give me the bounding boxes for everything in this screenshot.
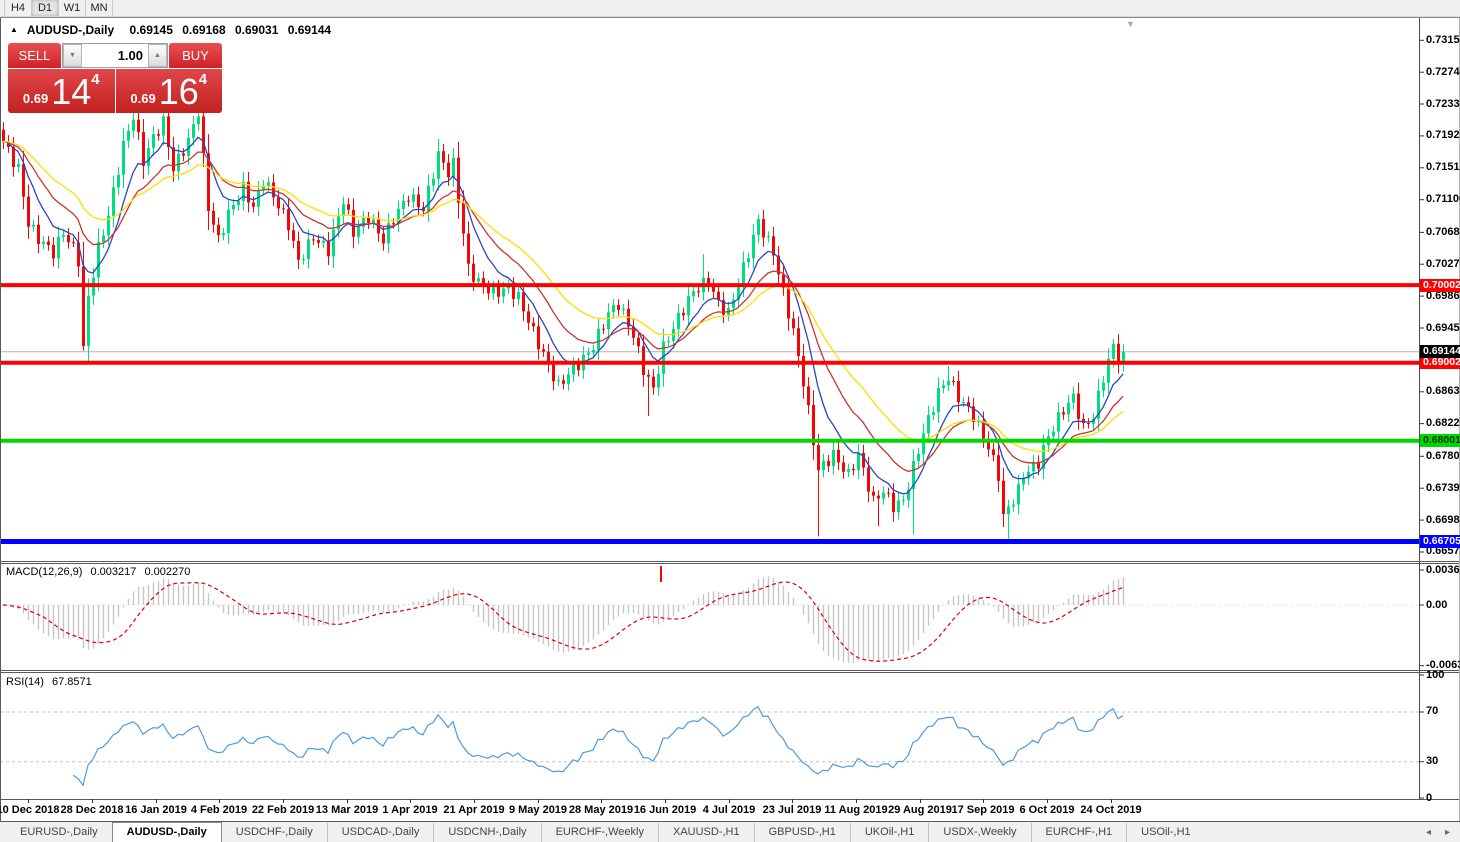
chart-tab-eurusd-daily[interactable]: EURUSD-,Daily bbox=[6, 823, 112, 842]
date-axis-label: 4 Jul 2019 bbox=[703, 804, 756, 816]
price-axis-tick: 0.72740 bbox=[1426, 66, 1460, 78]
chart-ohlc-title: ▲ AUDUSD-,Daily 0.69145 0.69168 0.69031 … bbox=[10, 23, 337, 37]
timeframe-button-w1[interactable]: W1 bbox=[58, 0, 85, 16]
chart-tab-usdcad-daily[interactable]: USDCAD-,Daily bbox=[327, 823, 434, 842]
chart-tab-usdx-weekly[interactable]: USDX-,Weekly bbox=[928, 823, 1030, 842]
rsi-axis-tick: 0 bbox=[1426, 792, 1432, 804]
sell-price-pips: 14 bbox=[51, 75, 91, 109]
macd-main-value: 0.003217 bbox=[90, 566, 136, 578]
price-axis-tick: 0.68630 bbox=[1426, 385, 1460, 397]
rsi-axis-tick: 30 bbox=[1426, 755, 1438, 767]
date-axis-label: 24 Oct 2019 bbox=[1080, 804, 1141, 816]
date-axis-label: 21 Apr 2019 bbox=[443, 804, 504, 816]
price-axis-tick: 0.71920 bbox=[1426, 129, 1460, 141]
price-axis-tick: 0.70680 bbox=[1426, 226, 1460, 238]
rsi-indicator-label: RSI(14) 67.8571 bbox=[6, 676, 92, 688]
chart-tab-gbpusd-h1[interactable]: GBPUSD-,H1 bbox=[754, 823, 850, 842]
date-axis-label: 10 Dec 2018 bbox=[0, 804, 60, 816]
sell-price-prefix: 0.69 bbox=[23, 91, 48, 106]
level-price-tag: 0.68001 bbox=[1420, 434, 1460, 447]
date-axis-label: 1 Apr 2019 bbox=[382, 804, 437, 816]
price-axis-tick: 0.66980 bbox=[1426, 514, 1460, 526]
macd-signal-value: 0.002270 bbox=[144, 566, 190, 578]
rsi-axis-tick: 100 bbox=[1426, 669, 1444, 681]
tabs-scroll-right-icon[interactable]: ▸ bbox=[1445, 827, 1450, 838]
chart-tab-usoil-h1[interactable]: USOil-,H1 bbox=[1126, 823, 1205, 842]
price-axis-tick: 0.68220 bbox=[1426, 417, 1460, 429]
sell-price-point: 4 bbox=[91, 71, 99, 88]
low-value: 0.69031 bbox=[235, 23, 278, 37]
chart-shift-marker-icon[interactable]: ▼ bbox=[1126, 19, 1135, 29]
date-axis-label: 4 Feb 2019 bbox=[191, 804, 247, 816]
date-axis-label: 17 Sep 2019 bbox=[952, 804, 1015, 816]
buy-price-prefix: 0.69 bbox=[130, 91, 155, 106]
macd-indicator-label: MACD(12,26,9) 0.003217 0.002270 bbox=[6, 566, 190, 578]
chart-tab-eurchf-h1[interactable]: EURCHF-,H1 bbox=[1031, 823, 1127, 842]
price-axis-tick: 0.72330 bbox=[1426, 98, 1460, 110]
date-axis-label: 23 Jul 2019 bbox=[763, 804, 822, 816]
close-value: 0.69144 bbox=[288, 23, 331, 37]
buy-price-pips: 16 bbox=[159, 75, 199, 109]
chart-tab-eurchf-weekly[interactable]: EURCHF-,Weekly bbox=[541, 823, 658, 842]
rsi-axis-tick: 70 bbox=[1426, 705, 1438, 717]
date-axis-label: 29 Aug 2019 bbox=[888, 804, 952, 816]
macd-name: MACD(12,26,9) bbox=[6, 566, 82, 578]
chart-tab-bar: EURUSD-,DailyAUDUSD-,DailyUSDCHF-,DailyU… bbox=[0, 822, 1460, 842]
terminal-workspace: H4D1W1MN ▲ AUDUSD-,Daily 0.69145 0.69168… bbox=[0, 0, 1460, 842]
chart-tab-ukoil-h1[interactable]: UKOil-,H1 bbox=[850, 823, 929, 842]
chart-tab-audusd-daily[interactable]: AUDUSD-,Daily bbox=[112, 822, 222, 842]
date-axis-label: 11 Aug 2019 bbox=[824, 804, 887, 816]
open-value: 0.69145 bbox=[130, 23, 173, 37]
sell-button[interactable]: SELL bbox=[8, 43, 61, 68]
date-axis-label: 16 Jan 2019 bbox=[125, 804, 187, 816]
volume-input[interactable] bbox=[82, 44, 148, 67]
current-price-tag: 0.69144 bbox=[1420, 345, 1460, 358]
chevron-down-icon: ▼ bbox=[69, 52, 76, 59]
timeframe-button-d1[interactable]: D1 bbox=[31, 0, 58, 16]
price-axis-tick: 0.69450 bbox=[1426, 322, 1460, 334]
rsi-name: RSI(14) bbox=[6, 676, 44, 688]
price-axis-tick: 0.67800 bbox=[1426, 450, 1460, 462]
chart-tab-usdcnh-daily[interactable]: USDCNH-,Daily bbox=[433, 823, 540, 842]
buy-quote-button[interactable]: 0.69 16 4 bbox=[116, 69, 223, 113]
timeframe-toolbar: H4D1W1MN bbox=[0, 0, 1460, 17]
tab-scroll-arrows: ◂ ▸ bbox=[1426, 823, 1450, 842]
price-axis-tick: 0.67390 bbox=[1426, 482, 1460, 494]
price-axis-tick: 0.71100 bbox=[1426, 193, 1460, 205]
sell-quote-button[interactable]: 0.69 14 4 bbox=[8, 69, 115, 113]
tabs-scroll-left-icon[interactable]: ◂ bbox=[1426, 827, 1431, 838]
chart-tab-usdchf-daily[interactable]: USDCHF-,Daily bbox=[222, 823, 327, 842]
symbol-period-label: AUDUSD-,Daily bbox=[27, 23, 114, 37]
level-price-tag: 0.70002 bbox=[1420, 279, 1460, 292]
buy-button[interactable]: BUY bbox=[169, 43, 222, 68]
volume-decrease-button[interactable]: ▼ bbox=[63, 44, 82, 67]
volume-spinner: ▼ ▲ bbox=[62, 43, 168, 68]
volume-increase-button[interactable]: ▲ bbox=[148, 44, 167, 67]
date-axis-label: 28 Dec 2018 bbox=[61, 804, 124, 816]
high-value: 0.69168 bbox=[182, 23, 225, 37]
date-axis-label: 28 May 2019 bbox=[569, 804, 633, 816]
chart-tabs: EURUSD-,DailyAUDUSD-,DailyUSDCHF-,DailyU… bbox=[6, 822, 1205, 842]
price-axis-tick: 0.70270 bbox=[1426, 258, 1460, 270]
macd-axis-tick: 0.003674 bbox=[1426, 564, 1460, 576]
timeframe-button-h4[interactable]: H4 bbox=[4, 0, 31, 16]
date-axis-label: 22 Feb 2019 bbox=[252, 804, 314, 816]
date-axis-label: 6 Oct 2019 bbox=[1019, 804, 1074, 816]
date-axis-label: 16 Jun 2019 bbox=[634, 804, 696, 816]
date-axis-label: 9 May 2019 bbox=[509, 804, 567, 816]
timeframe-button-mn[interactable]: MN bbox=[85, 0, 113, 16]
price-axis-tick: 0.71510 bbox=[1426, 161, 1460, 173]
one-click-trading-panel: SELL ▼ ▲ BUY 0.69 14 4 0.69 16 4 bbox=[8, 43, 222, 113]
level-price-tag: 0.66705 bbox=[1420, 535, 1460, 548]
macd-axis-tick: 0.00 bbox=[1426, 599, 1447, 611]
price-axis-tick: 0.73150 bbox=[1426, 34, 1460, 46]
chart-canvas[interactable] bbox=[0, 0, 1460, 842]
date-axis-label: 13 Mar 2019 bbox=[316, 804, 378, 816]
chart-tab-xauusd-h1[interactable]: XAUUSD-,H1 bbox=[658, 823, 754, 842]
buy-price-point: 4 bbox=[199, 71, 207, 88]
collapse-panel-icon[interactable]: ▲ bbox=[10, 25, 18, 34]
chevron-up-icon: ▲ bbox=[154, 52, 161, 59]
rsi-value: 67.8571 bbox=[52, 676, 92, 688]
